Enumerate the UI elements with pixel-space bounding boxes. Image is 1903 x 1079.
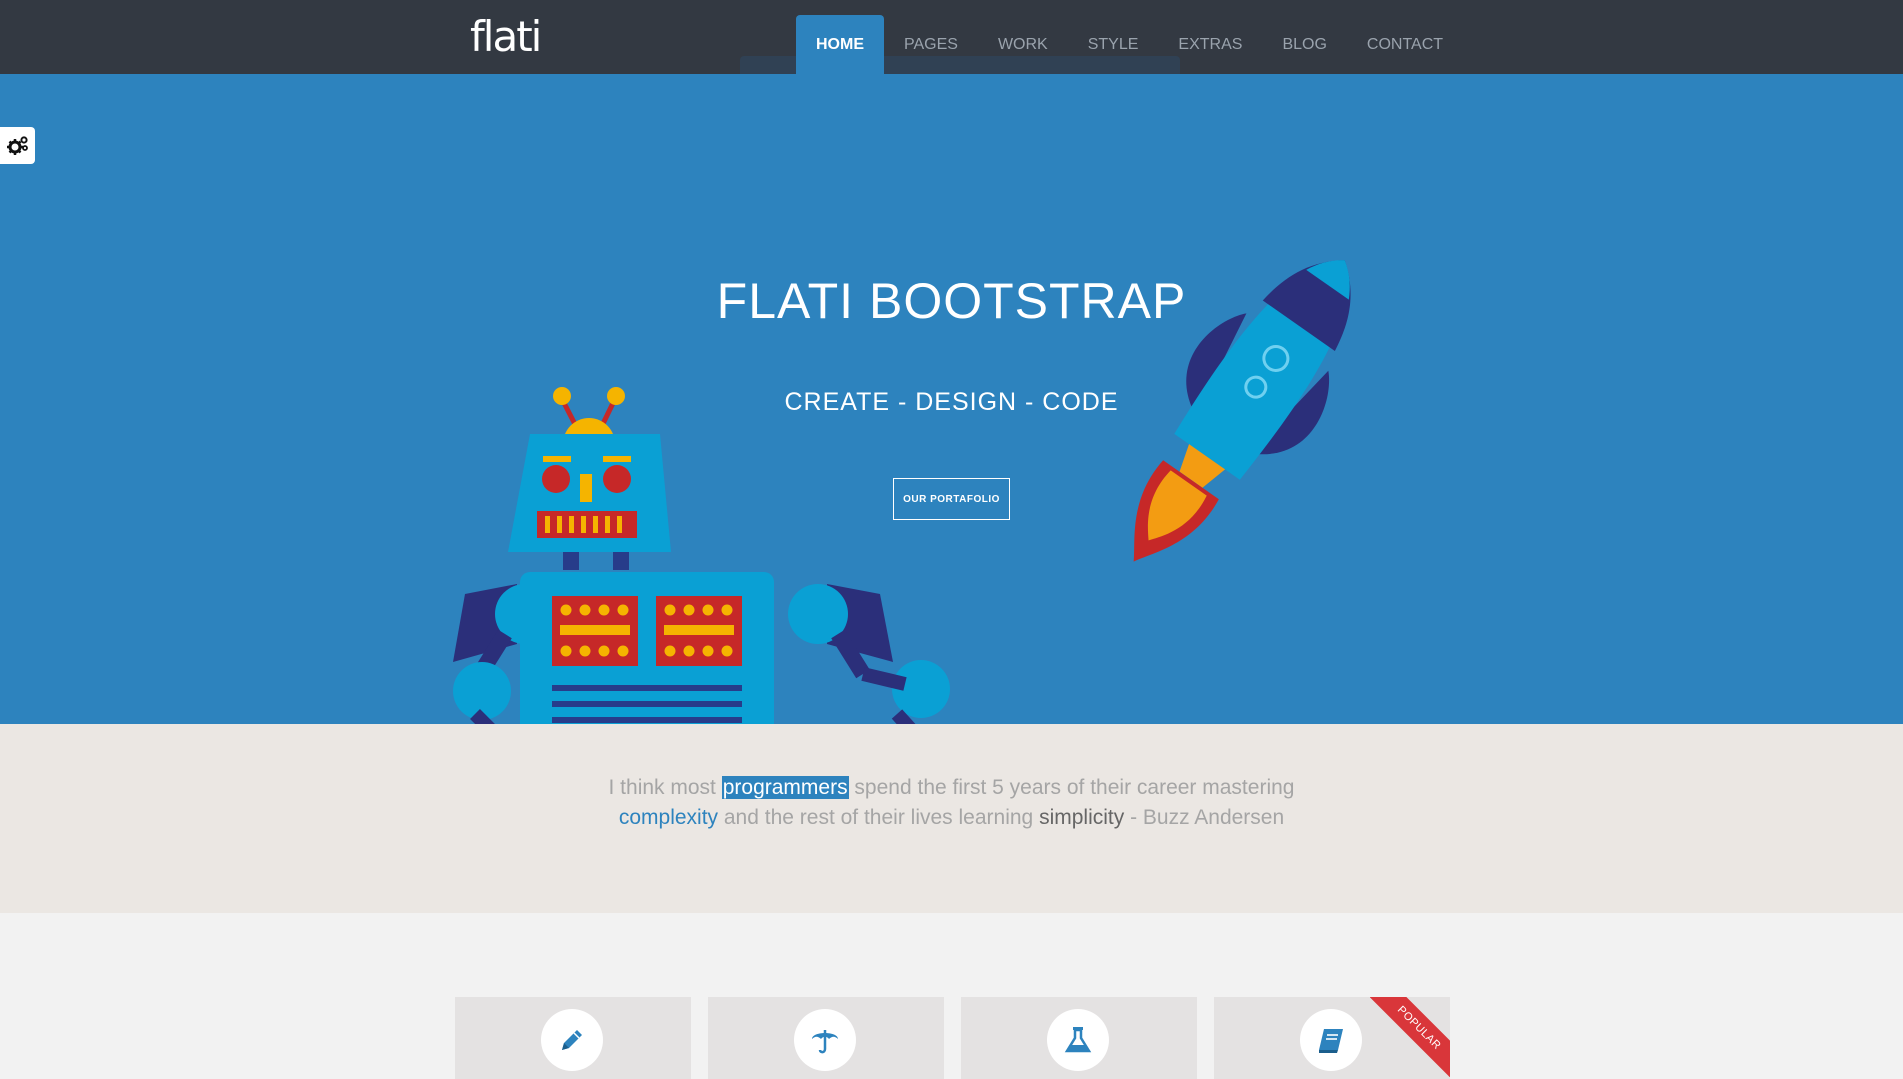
hero-subtitle: CREATE - DESIGN - CODE (784, 388, 1119, 416)
feature-icon-circle (794, 1009, 856, 1071)
quote-highlight-programmers: programmers (721, 776, 849, 799)
features-section: POPULAR (0, 913, 1903, 1079)
nav-style[interactable]: STYLE (1068, 15, 1159, 74)
brand-logo[interactable]: flati (470, 12, 542, 61)
feature-card-lab[interactable] (961, 997, 1197, 1079)
nav-extras[interactable]: EXTRAS (1158, 15, 1262, 74)
hero-section: FLATI BOOTSTRAP CREATE - DESIGN - CODE O… (0, 74, 1903, 724)
popular-ribbon-label: POPULAR (1370, 997, 1450, 1077)
flask-icon (1064, 1027, 1092, 1053)
nav-blog[interactable]: BLOG (1262, 15, 1346, 74)
nav-home[interactable]: HOME (796, 15, 884, 74)
quote-highlight-simplicity: simplicity (1039, 806, 1125, 829)
nav-work[interactable]: WORK (978, 15, 1068, 74)
quote-section: I think most programmers spend the first… (0, 724, 1903, 913)
gears-icon (6, 135, 28, 155)
book-icon (1319, 1029, 1343, 1053)
nav-contact[interactable]: CONTACT (1347, 15, 1463, 74)
quote-text: I think most programmers spend the first… (600, 773, 1303, 833)
quote-part-3: and the rest of their lives learning (718, 806, 1040, 829)
quote-part-2: spend the first 5 years of their career … (848, 776, 1295, 799)
feature-card-design[interactable] (455, 997, 691, 1079)
popular-ribbon: POPULAR (1370, 997, 1450, 1077)
quote-part-4: - Buzz Andersen (1124, 806, 1285, 829)
feature-card-protection[interactable] (708, 997, 944, 1079)
navbar: flati HOME PAGES WORK STYLE EXTRAS BLOG … (0, 0, 1903, 90)
feature-icon-circle (1047, 1009, 1109, 1071)
feature-card-docs[interactable]: POPULAR (1214, 997, 1450, 1079)
quote-highlight-complexity: complexity (618, 806, 719, 829)
pencil-icon (562, 1030, 582, 1050)
main-nav: HOME PAGES WORK STYLE EXTRAS BLOG CONTAC… (796, 15, 1463, 74)
umbrella-icon (812, 1030, 838, 1054)
hero-title: FLATI BOOTSTRAP (716, 273, 1187, 329)
feature-icon-circle (541, 1009, 603, 1071)
portfolio-button[interactable]: OUR PORTAFOLIO (893, 478, 1010, 520)
nav-pages[interactable]: PAGES (884, 15, 978, 74)
feature-icon-circle (1300, 1009, 1362, 1071)
settings-toggle-button[interactable] (0, 127, 35, 164)
quote-part-1: I think most (608, 776, 722, 799)
